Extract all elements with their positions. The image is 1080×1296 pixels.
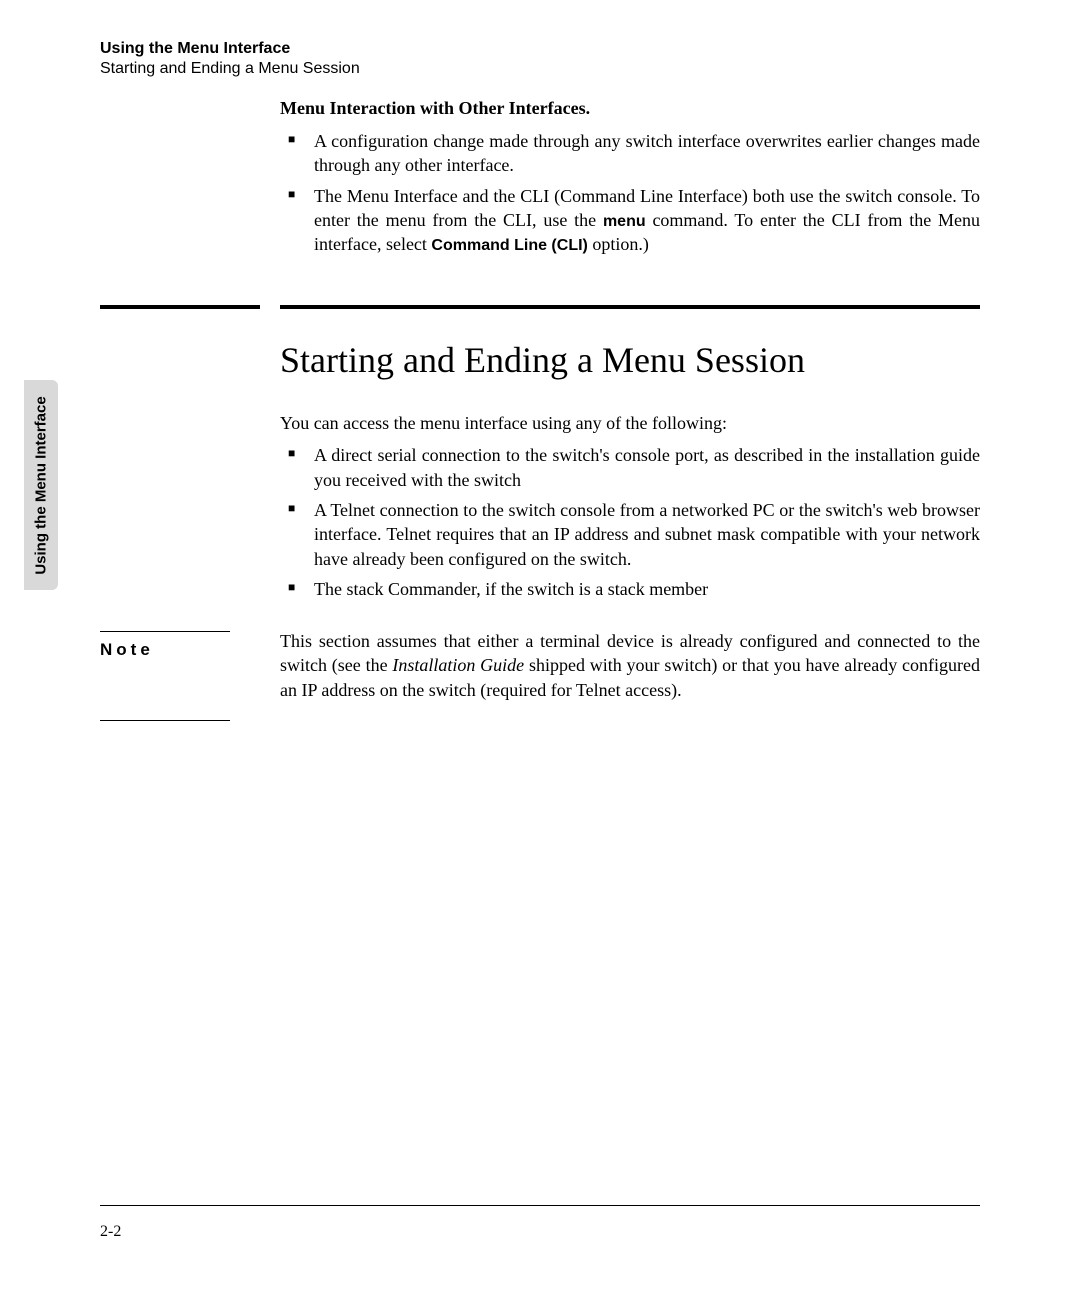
subsection-title: Menu Interaction with Other Interfaces. [280,98,980,119]
page-body: Using the Menu Interface Starting and En… [0,0,1080,761]
footer-rule [100,1205,980,1206]
divider-long [280,305,980,309]
section-divider [60,305,980,309]
list-item: A Telnet connection to the switch consol… [280,498,980,571]
note-block: Note This section assumes that either a … [60,629,980,702]
header-subtitle: Starting and Ending a Menu Session [100,60,980,78]
top-bullet-list: A configuration change made through any … [280,129,980,257]
note-body: This section assumes that either a termi… [280,629,980,702]
bullet-text: The stack Commander, if the switch is a … [314,579,708,599]
note-rule-bottom [100,720,230,721]
list-item: A direct serial connection to the switch… [280,443,980,492]
bullet-text-part: option.) [588,234,649,254]
list-item: The Menu Interface and the CLI (Command … [280,184,980,257]
bullet-text: A configuration change made through any … [314,131,980,175]
list-item: A configuration change made through any … [280,129,980,178]
page-header: Using the Menu Interface Starting and En… [100,40,980,78]
note-label-column: Note [100,629,280,702]
page-number: 2-2 [100,1223,121,1241]
intro-paragraph: You can access the menu interface using … [280,411,980,435]
bullet-bold: Command Line (CLI) [431,237,587,254]
divider-short [100,305,260,309]
main-content: Starting and Ending a Menu Session You c… [280,339,980,601]
list-item: The stack Commander, if the switch is a … [280,577,980,601]
top-content: Menu Interaction with Other Interfaces. … [280,98,980,257]
note-label: Note [100,640,280,660]
header-title: Using the Menu Interface [100,40,980,58]
bullet-text: A direct serial connection to the switch… [314,445,980,489]
bullet-bold: menu [603,213,646,230]
main-bullet-list: A direct serial connection to the switch… [280,443,980,601]
bullet-text: A Telnet connection to the switch consol… [314,500,980,569]
note-rule-top [100,631,230,632]
note-italic: Installation Guide [392,655,524,675]
section-heading: Starting and Ending a Menu Session [280,339,980,381]
